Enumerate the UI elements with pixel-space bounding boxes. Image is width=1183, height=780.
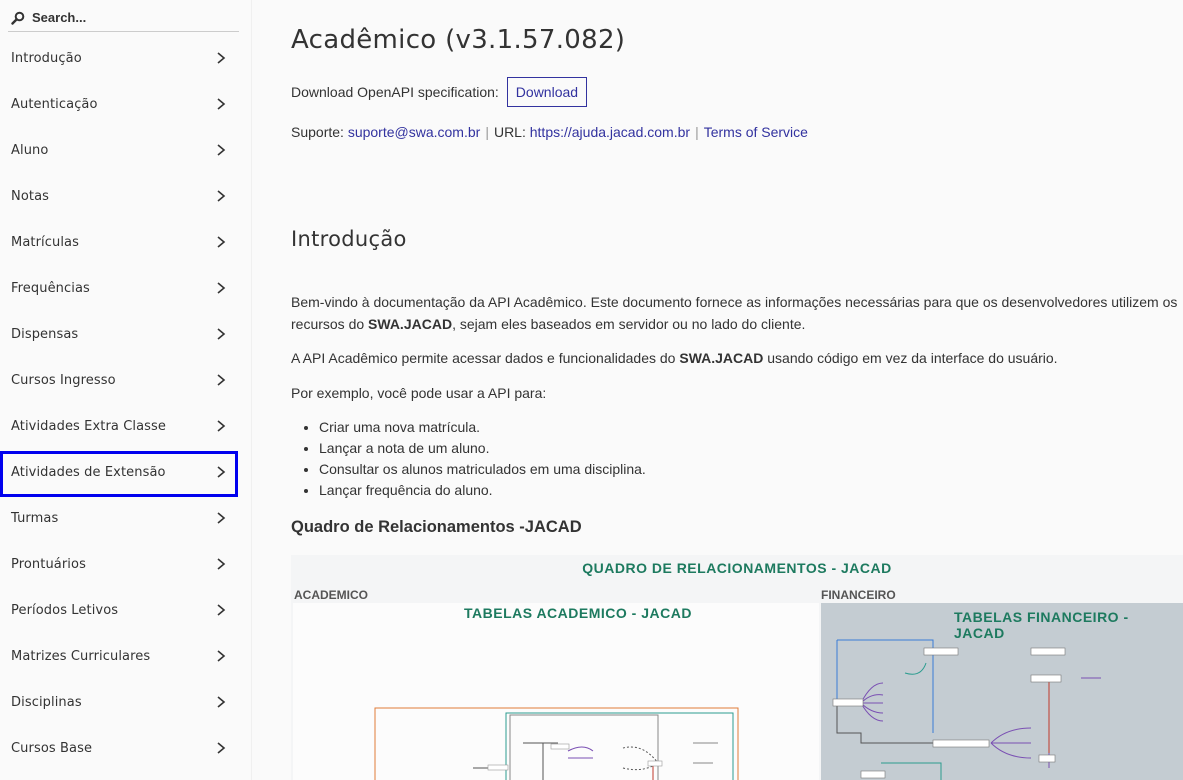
sidebar-item[interactable]: Notas: [0, 175, 238, 221]
sidebar-item-label: Matrículas: [11, 235, 79, 250]
sidebar-item[interactable]: Atividades de Extensão: [0, 451, 238, 497]
chevron-right-icon: [217, 650, 226, 662]
diagram-heading: Quadro de Relacionamentos -JACAD: [291, 518, 582, 536]
main-content: Acadêmico (v3.1.57.082) Download OpenAPI…: [291, 0, 1183, 780]
sidebar-item[interactable]: Disciplinas: [0, 681, 238, 727]
terms-of-service-link[interactable]: Terms of Service: [704, 124, 808, 140]
chevron-right-icon: [217, 558, 226, 570]
financeiro-panel: TABELAS FINANCEIRO - JACAD: [821, 603, 1183, 780]
sidebar-item-label: Matrizes Curriculares: [11, 649, 151, 664]
sidebar-item[interactable]: Aluno: [0, 129, 238, 175]
chevron-right-icon: [217, 512, 226, 524]
url-label: URL:: [493, 124, 526, 140]
chevron-right-icon: [217, 420, 226, 432]
sidebar-item[interactable]: Atividades Extra Classe: [0, 405, 238, 451]
chevron-right-icon: [217, 282, 226, 294]
download-label: Download OpenAPI specification:: [291, 84, 499, 100]
financeiro-wires: [832, 639, 1101, 780]
chevron-right-icon: [217, 466, 226, 478]
search-box[interactable]: [8, 0, 239, 32]
product-name: SWA.JACAD: [679, 350, 764, 366]
example-paragraph: Por exemplo, você pode usar a API para:: [291, 385, 547, 401]
relationship-diagram-image: QUADRO DE RELACIONAMENTOS - JACAD ACADEM…: [291, 555, 1183, 780]
support-label: Suporte:: [291, 124, 344, 140]
separator: |: [695, 124, 699, 140]
sidebar: Introdução Autenticação Aluno Notas Matrícul…: [0, 0, 252, 780]
academico-panel: TABELAS ACADEMICO - JACAD: [293, 603, 819, 780]
sidebar-item-label: Autenticação: [11, 97, 98, 112]
sidebar-item[interactable]: Matrículas: [0, 221, 238, 267]
list-item: Criar uma nova matrícula.: [319, 417, 646, 438]
text-run: A API Acadêmico permite acessar dados e …: [291, 350, 680, 366]
sidebar-item[interactable]: Introdução: [0, 37, 238, 83]
sidebar-item[interactable]: Frequências: [0, 267, 238, 313]
download-row: Download OpenAPI specification: Download: [291, 77, 588, 107]
academico-wires: [374, 707, 739, 780]
sidebar-item[interactable]: Autenticação: [0, 83, 238, 129]
sidebar-item-label: Introdução: [11, 51, 82, 66]
search-input[interactable]: [32, 6, 232, 28]
sidebar-item-label: Frequências: [11, 281, 90, 296]
sidebar-item-label: Turmas: [11, 511, 59, 526]
sidebar-item[interactable]: Prontuários: [0, 543, 238, 589]
sidebar-item-label: Períodos Letivos: [11, 603, 119, 618]
sidebar-item[interactable]: Períodos Letivos: [0, 589, 238, 635]
financeiro-label: FINANCEIRO: [821, 588, 896, 602]
text-run: , sejam eles baseados em servidor ou no …: [452, 316, 806, 332]
separator: |: [485, 124, 489, 140]
chevron-right-icon: [217, 696, 226, 708]
chevron-right-icon: [217, 742, 226, 754]
help-url-link[interactable]: https://ajuda.jacad.com.br: [530, 124, 690, 140]
text-run: usando código em vez da interface do usu…: [763, 350, 1058, 366]
sidebar-item-label: Prontuários: [11, 557, 86, 572]
search-icon: [11, 11, 25, 25]
sidebar-item-label: Atividades de Extensão: [11, 465, 166, 480]
sidebar-item[interactable]: Dispensas: [0, 313, 238, 359]
feature-list: Criar uma nova matrícula. Lançar a nota …: [319, 417, 646, 501]
intro-paragraph: Bem-vindo à documentação da API Acadêmic…: [291, 291, 1183, 335]
sidebar-item-label: Disciplinas: [11, 695, 82, 710]
page-title: Acadêmico (v3.1.57.082): [291, 25, 626, 55]
chevron-right-icon: [217, 328, 226, 340]
sidebar-item-label: Cursos Ingresso: [11, 373, 116, 388]
list-item: Consultar os alunos matriculados em uma …: [319, 459, 646, 480]
chevron-right-icon: [217, 374, 226, 386]
sidebar-item-label: Aluno: [11, 143, 49, 158]
sidebar-item-label: Atividades Extra Classe: [11, 419, 166, 434]
sidebar-item-label: Notas: [11, 189, 50, 204]
section-title: Introdução: [291, 227, 407, 251]
diagram-title: QUADRO DE RELACIONAMENTOS - JACAD: [582, 560, 892, 576]
product-name: SWA.JACAD: [368, 316, 453, 332]
sidebar-item-label: Dispensas: [11, 327, 79, 342]
chevron-right-icon: [217, 144, 226, 156]
support-line: Suporte: suporte@swa.com.br | URL: https:/…: [291, 124, 808, 140]
chevron-right-icon: [217, 98, 226, 110]
chevron-right-icon: [217, 236, 226, 248]
list-item: Lançar a nota de um aluno.: [319, 438, 646, 459]
academico-label: ACADEMICO: [294, 588, 368, 602]
support-email-link[interactable]: suporte@swa.com.br: [348, 124, 480, 140]
chevron-right-icon: [217, 604, 226, 616]
chevron-right-icon: [217, 52, 226, 64]
sidebar-item[interactable]: Cursos Ingresso: [0, 359, 238, 405]
sidebar-item[interactable]: Matrizes Curriculares: [0, 635, 238, 681]
sidebar-item[interactable]: Cursos Base: [0, 727, 238, 773]
sidebar-item[interactable]: Turmas: [0, 497, 238, 543]
chevron-right-icon: [217, 190, 226, 202]
api-paragraph: A API Acadêmico permite acessar dados e …: [291, 347, 1183, 369]
sidebar-item-label: Cursos Base: [11, 741, 93, 756]
download-button[interactable]: Download: [506, 77, 588, 107]
list-item: Lançar frequência do aluno.: [319, 480, 646, 501]
